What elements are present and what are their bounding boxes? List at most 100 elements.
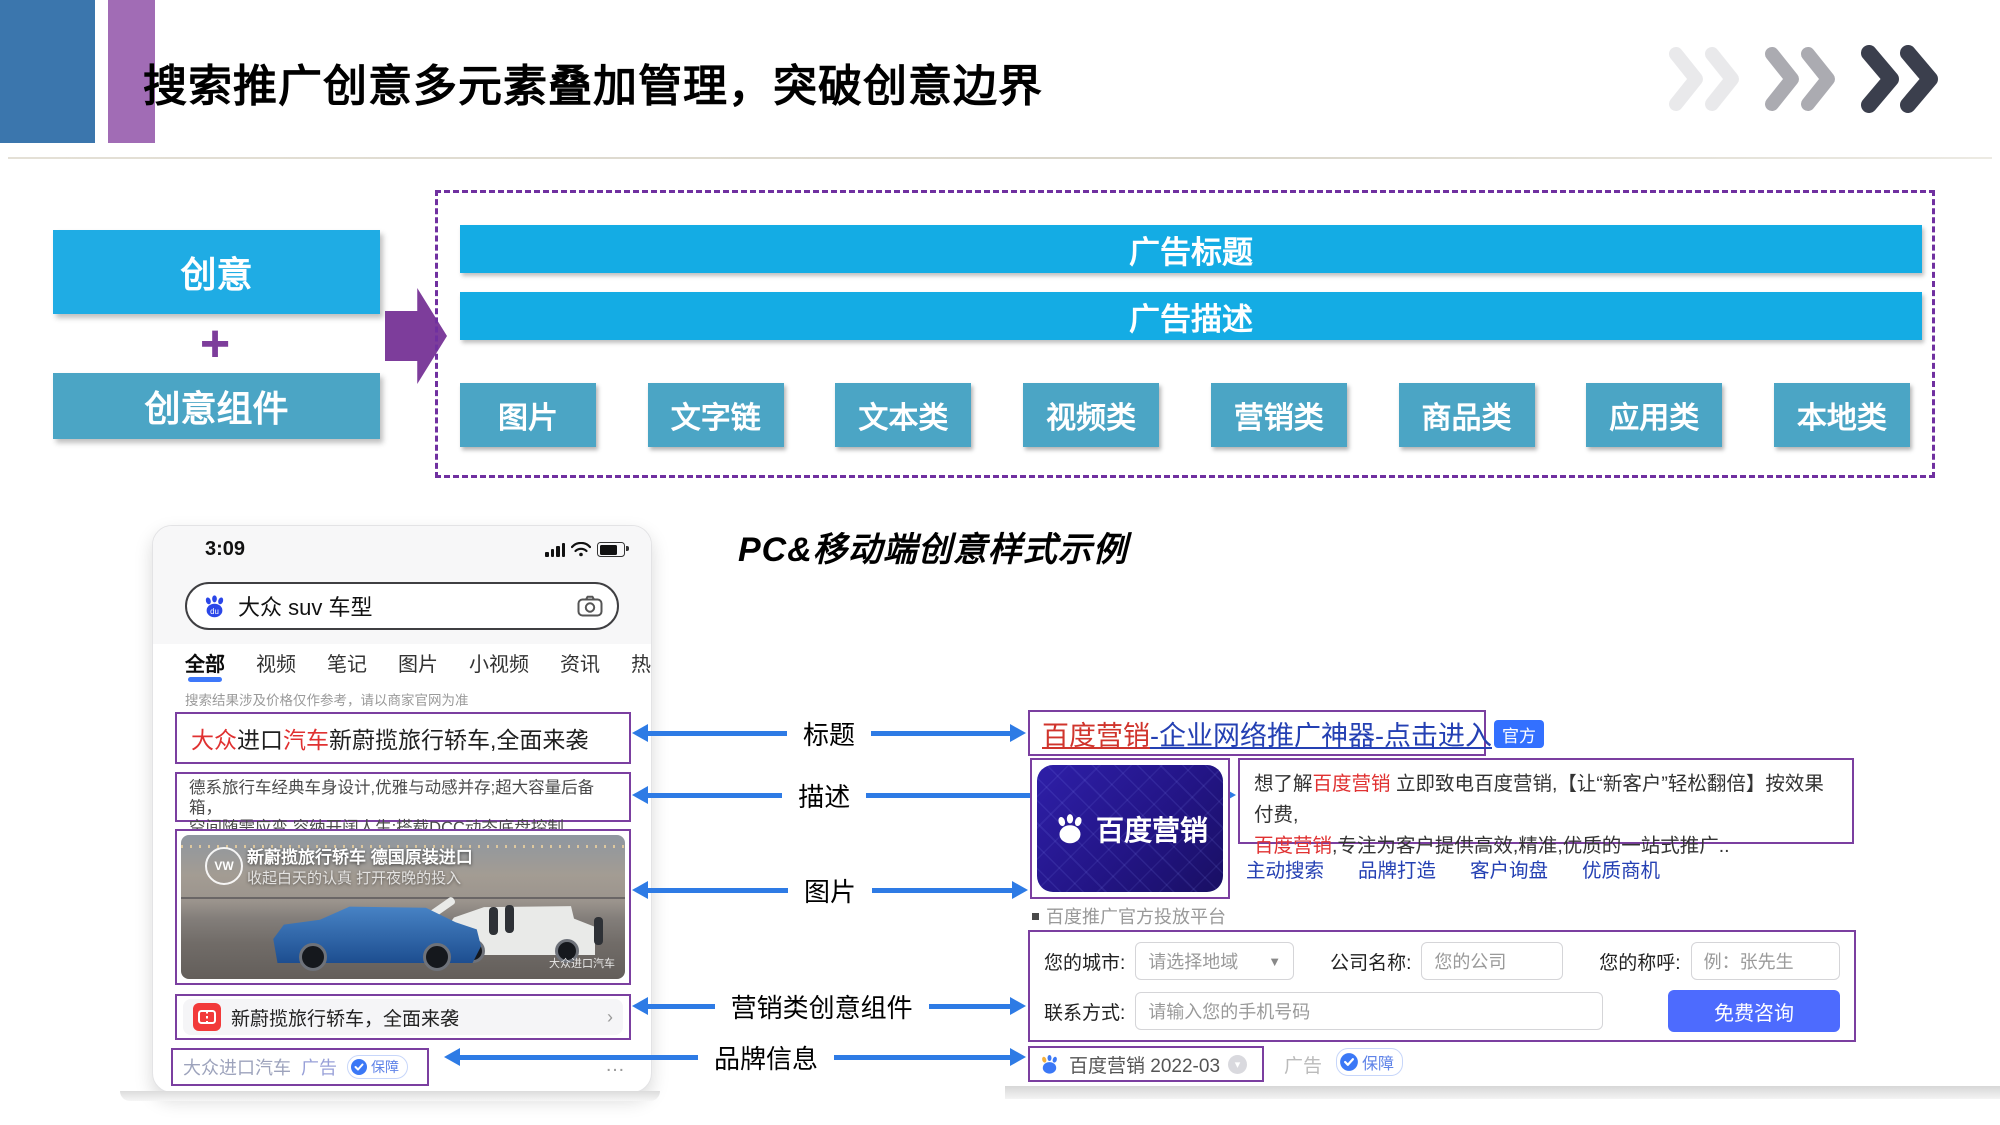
logo-text: 百度营销 — [1096, 809, 1208, 849]
ad-title-bar: 广告标题 — [460, 225, 1922, 273]
official-badge: 官方 — [1494, 720, 1544, 748]
type-box-marketing: 营销类 — [1211, 383, 1347, 447]
square-bullet — [1032, 913, 1039, 920]
creative-box: 创意 — [53, 230, 380, 314]
ad-desc-bar-label: 广告描述 — [1129, 294, 1253, 339]
tab-notes[interactable]: 笔记 — [327, 648, 367, 677]
city-label: 您的城市: — [1044, 948, 1125, 975]
search-input[interactable]: du 大众 suv 车型 — [185, 582, 619, 630]
ad-image[interactable]: VW 新蔚揽旅行轿车 德国原装进口 收起白天的认真 打开夜晚的投入 大众进口汽车 — [181, 835, 625, 979]
type-box-local: 本地类 — [1774, 383, 1910, 447]
contact-input[interactable]: 请输入您的手机号码 — [1135, 992, 1603, 1030]
tab-all[interactable]: 全部 — [185, 648, 225, 677]
shield-check-icon — [1339, 1052, 1359, 1072]
tab-shortvideo[interactable]: 小视频 — [469, 648, 529, 677]
lead-form: 您的城市: 请选择地域 ▼ 公司名称: 您的公司 您的称呼: 例：张先生 联系方… — [1028, 930, 1856, 1042]
ad-label: 广告 — [301, 1054, 337, 1080]
search-query[interactable]: 大众 suv 车型 — [238, 590, 577, 622]
pc-title-rest[interactable]: -企业网络推广神器-点击进入 — [1150, 714, 1492, 753]
mobile-ad-image-frame: VW 新蔚揽旅行轿车 德国原装进口 收起白天的认真 打开夜晚的投入 大众进口汽车 — [175, 829, 631, 985]
platform-caption: 百度推广官方投放平台 — [1032, 903, 1226, 929]
pc-ad-title[interactable]: 百度营销-企业网络推广神器-点击进入 — [1028, 710, 1486, 756]
battery-icon — [597, 542, 625, 557]
sitelink-brand-building[interactable]: 品牌打造 — [1358, 854, 1436, 883]
pc-title-brand[interactable]: 百度营销 — [1042, 714, 1150, 753]
title-text: 进口 — [237, 721, 283, 755]
result-tabs: 全部 视频 笔记 图片 小视频 资讯 热 — [185, 648, 645, 677]
coupon-icon — [193, 1003, 221, 1031]
platform-text: 百度推广官方投放平台 — [1046, 903, 1226, 929]
free-consult-button[interactable]: 免费咨询 — [1668, 990, 1840, 1032]
price-disclaimer: 搜索结果涉及价格仅作参考，请以商家官网为准 — [185, 689, 469, 709]
pc-desc-line1: 想了解百度营销 立即致电百度营销,【让“新客户”轻松翻倍】按效果付费, — [1254, 769, 1838, 831]
mobile-screenshot: 3:09 du 大众 suv 车型 — [152, 525, 652, 1093]
advertiser-name: 百度营销 2022-03 — [1069, 1051, 1220, 1078]
phone-time: 3:09 — [205, 538, 245, 561]
chevron-right-icon — [1668, 46, 1746, 112]
mobile-brand-row: 大众进口汽车 广告 保障 — [171, 1048, 429, 1086]
keyword-highlight: 大众 — [191, 721, 237, 755]
image-subline: 收起白天的认真 打开夜晚的投入 — [247, 867, 461, 888]
tab-news[interactable]: 资讯 — [560, 648, 600, 677]
wheel — [423, 943, 451, 971]
example-heading: PC&移动端创意样式示例 — [738, 522, 1128, 571]
guarantee-badge: 保障 — [1336, 1048, 1403, 1076]
railing — [181, 897, 625, 899]
person-silhouette — [505, 905, 514, 933]
type-box-product: 商品类 — [1399, 383, 1535, 447]
phone-bottom-shadow — [120, 1091, 660, 1101]
baidu-marketing-logo[interactable]: 百度营销 — [1037, 765, 1223, 892]
plus-sign: + — [185, 318, 245, 370]
callout-brand: 品牌信息 — [444, 1046, 1026, 1068]
camera-icon[interactable] — [577, 595, 603, 617]
type-box-textlink: 文字链 — [648, 383, 784, 447]
sitelink-quality-leads[interactable]: 优质商机 — [1582, 854, 1660, 883]
guarantee-badge: 保障 — [347, 1055, 408, 1079]
type-box-image: 图片 — [460, 383, 596, 447]
name-input[interactable]: 例：张先生 — [1691, 942, 1840, 980]
company-input[interactable]: 您的公司 — [1421, 942, 1563, 980]
tab-images[interactable]: 图片 — [398, 648, 438, 677]
decor-chevrons — [1668, 44, 1944, 114]
creative-component-box: 创意组件 — [53, 373, 380, 439]
pc-brand-row: 百度营销 2022-03 ▾ — [1028, 1046, 1264, 1082]
keyword-highlight: 汽车 — [283, 721, 329, 755]
vw-logo: VW — [205, 847, 243, 885]
callout-title: 标题 — [632, 722, 1026, 744]
page-title: 搜索推广创意多元素叠加管理，突破创意边界 — [143, 50, 1043, 114]
desc-text: 想了解 — [1254, 773, 1313, 795]
sitelink-active-search[interactable]: 主动搜索 — [1246, 854, 1324, 883]
badge-label: 保障 — [1362, 1050, 1394, 1074]
badge-label: 保障 — [371, 1057, 399, 1077]
phone-status-icons — [545, 542, 625, 557]
caret-down-icon: ▼ — [1268, 954, 1281, 969]
callout-brand-label: 品牌信息 — [698, 1039, 834, 1076]
sitelink-customer-inquiry[interactable]: 客户询盘 — [1470, 854, 1548, 883]
callout-image: 图片 — [632, 879, 1028, 901]
person-silhouette — [594, 917, 603, 945]
baidu-paw-icon — [1052, 811, 1088, 847]
tab-video[interactable]: 视频 — [256, 648, 296, 677]
mobile-marketing-component[interactable]: 新蔚揽旅行轿车，全面来袭 › — [175, 994, 631, 1040]
baidu-paw-icon — [1038, 1053, 1061, 1076]
name-label: 您的称呼: — [1599, 948, 1680, 975]
callout-marketing: 营销类创意组件 — [632, 995, 1026, 1017]
pc-result-bottom-shadow — [1005, 1086, 2000, 1099]
pc-sitelinks: 主动搜索 品牌打造 客户询盘 优质商机 — [1246, 854, 1660, 883]
callout-desc-label: 描述 — [782, 777, 866, 814]
chevron-right-icon[interactable]: › — [607, 1007, 613, 1028]
ad-title-bar-label: 广告标题 — [1129, 227, 1253, 272]
callout-marketing-label: 营销类创意组件 — [715, 988, 929, 1025]
name-placeholder: 例：张先生 — [1704, 948, 1794, 974]
city-select[interactable]: 请选择地域 ▼ — [1135, 942, 1294, 980]
mobile-ad-description: 德系旅行车经典车身设计,优雅与动感并存;超大容量后备箱， 空间随需应变,容纳开阔… — [175, 772, 631, 822]
component-type-row: 图片 文字链 文本类 视频类 营销类 商品类 应用类 本地类 — [460, 383, 1910, 447]
chevron-down-icon[interactable]: ▾ — [1228, 1055, 1247, 1074]
chevron-right-icon — [1764, 46, 1842, 112]
marketing-text: 新蔚揽旅行轿车，全面来袭 — [231, 1004, 607, 1031]
tab-hot[interactable]: 热 — [631, 648, 651, 677]
mobile-ad-title[interactable]: 大众进口汽车新蔚揽旅行轿车,全面来袭 — [175, 712, 631, 764]
person-silhouette — [489, 907, 498, 935]
creative-label: 创意 — [180, 246, 252, 298]
type-box-video: 视频类 — [1023, 383, 1159, 447]
